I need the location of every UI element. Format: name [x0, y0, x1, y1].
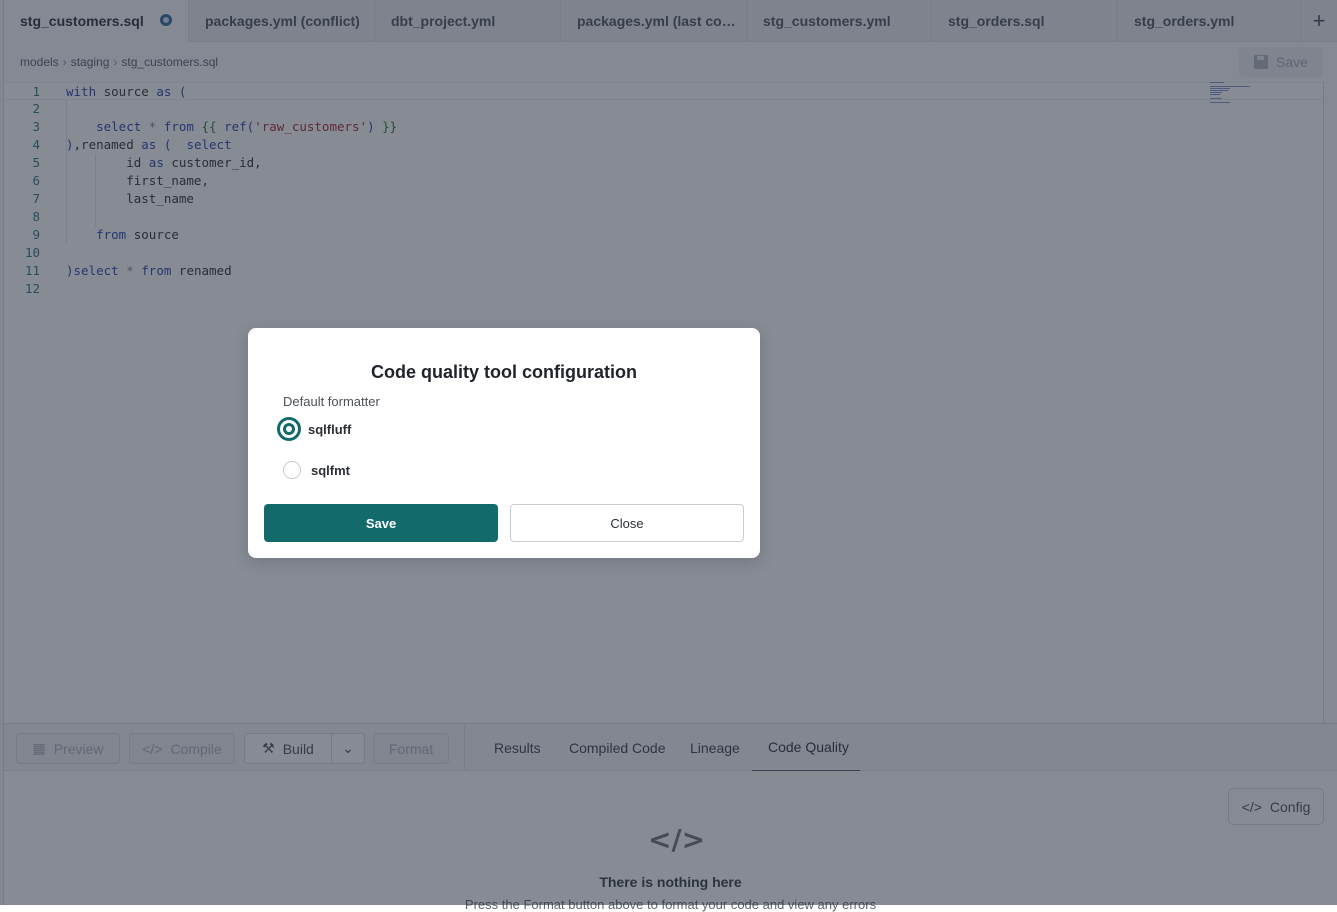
radio-unchecked-icon[interactable] — [283, 461, 301, 479]
option-sqlfluff[interactable]: sqlfluff — [277, 417, 352, 441]
option-label: sqlfmt — [311, 462, 350, 478]
dialog-title: Code quality tool configuration — [371, 362, 637, 382]
save-button[interactable]: Save — [264, 504, 498, 542]
option-sqlfmt[interactable]: sqlfmt — [283, 461, 350, 479]
close-button[interactable]: Close — [510, 504, 744, 542]
code-quality-config-dialog: Code quality tool configuration Default … — [248, 328, 760, 558]
ide-window: stg_customers.sql packages.yml (conflict… — [0, 0, 1337, 912]
radio-checked-icon[interactable] — [277, 417, 301, 441]
option-label: sqlfluff — [308, 421, 352, 437]
default-formatter-label: Default formatter — [283, 394, 380, 409]
